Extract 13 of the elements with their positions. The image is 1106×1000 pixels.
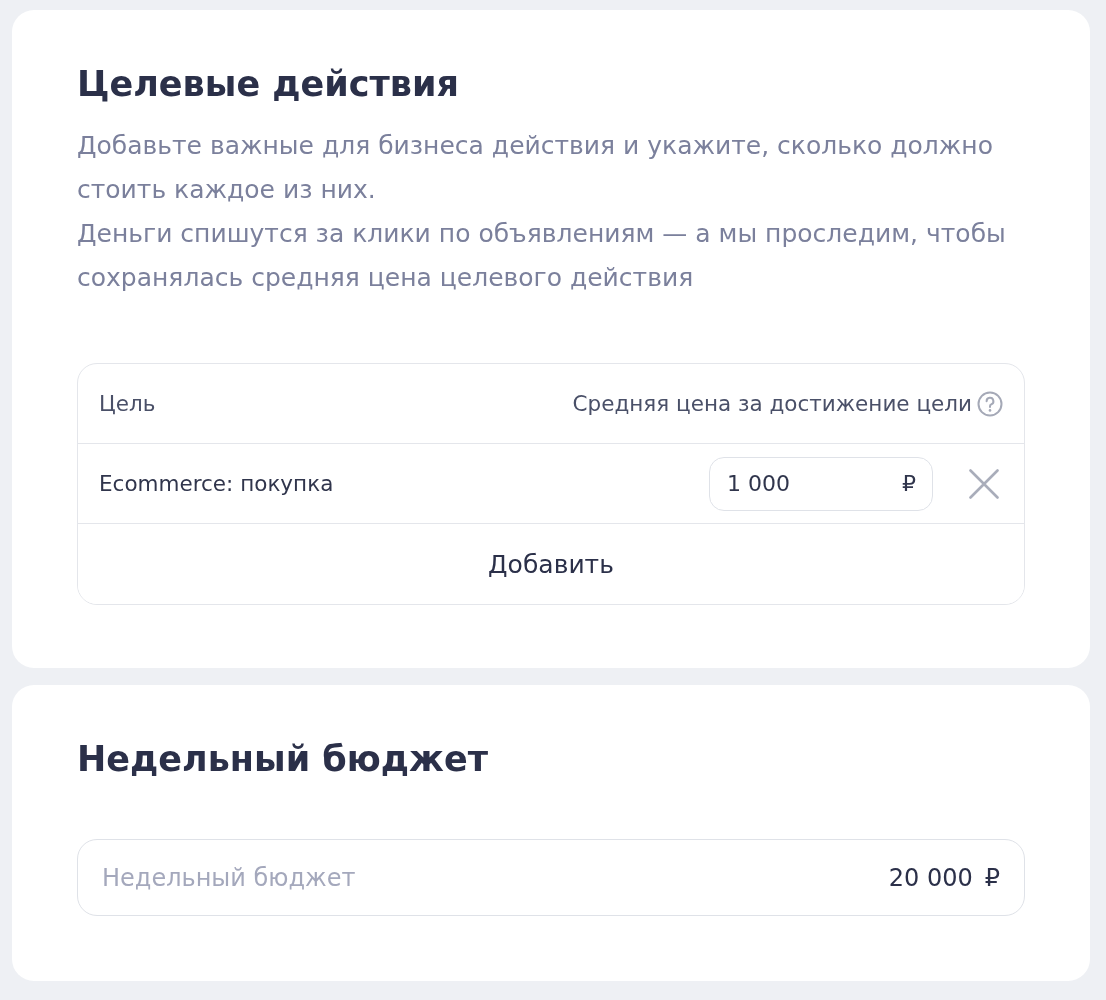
remove-button[interactable] [969,468,999,499]
help-icon [977,390,1003,417]
column-header: Цель [99,389,156,418]
budget-input[interactable]: Недельный бюджет 20 000 ₽ [77,839,1025,916]
description-text: Добавьте важные для бизнеса действия и укажите, сколько должно стоить каждое из них. [77,130,994,206]
table-cell: Ecommerce: покупка [99,469,334,498]
help-button[interactable] [977,390,1003,417]
column-header: Средняя цена за достижение цели [572,389,972,418]
section-title: Недельный бюджет [77,738,488,781]
close-icon [969,468,999,499]
section-title: Целевые действия [77,63,459,106]
price-input[interactable]: 1 000 ₽ [709,456,933,511]
description-text: Деньги спишутся за клики по объявлениям — а мы проследим, чтобы сохранялась средняя цена целевого действия [77,218,1007,294]
